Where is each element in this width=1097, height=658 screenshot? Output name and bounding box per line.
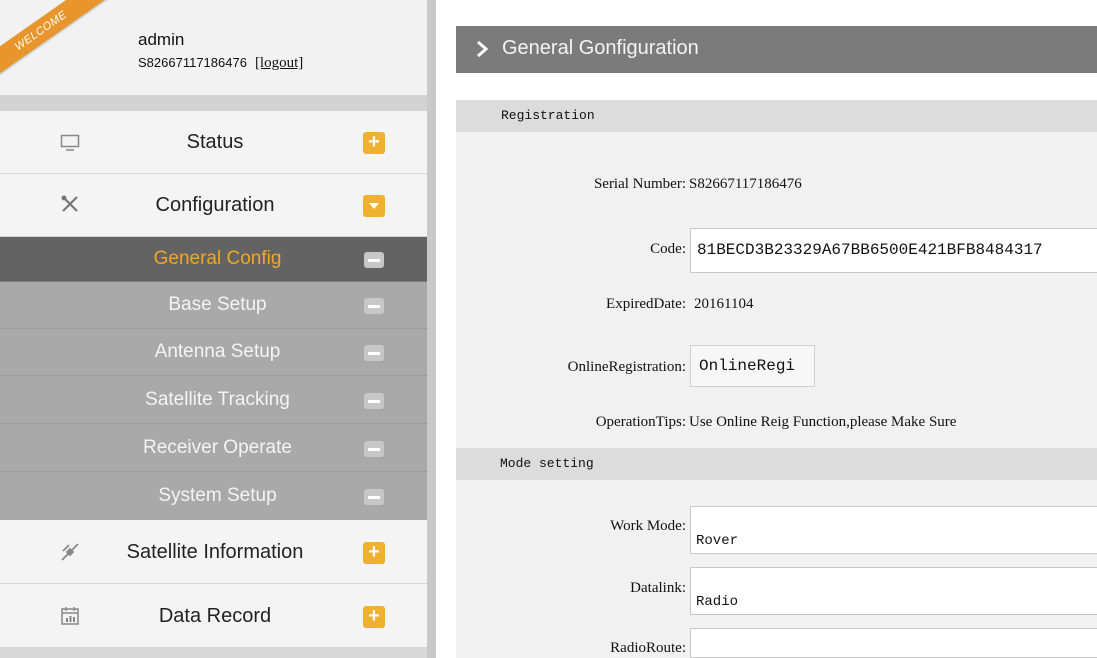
online-registration-label: OnlineRegistration: xyxy=(567,359,686,375)
serial-number-label: Serial Number: xyxy=(593,176,686,192)
radio-route-select[interactable]: None xyxy=(690,628,1097,658)
submenu-item-base-setup[interactable]: Base Setup xyxy=(0,282,427,329)
minus-icon xyxy=(364,298,384,314)
config-panel: Registration Serial Number: S82667117186… xyxy=(456,100,1097,658)
submenu-item-antenna-setup[interactable]: Antenna Setup xyxy=(0,329,427,376)
datalink-select[interactable]: Radio xyxy=(690,567,1097,615)
submenu-label: General Config xyxy=(153,248,282,269)
expand-plus-icon[interactable]: + xyxy=(363,606,385,628)
submenu-label: Base Setup xyxy=(168,294,267,315)
submenu-item-receiver-operate[interactable]: Receiver Operate xyxy=(0,424,427,472)
menu-label-configuration: Configuration xyxy=(155,194,275,216)
menu-label-status: Status xyxy=(186,131,244,153)
sidebar: WELCOME admin S82667117186476 [logout] St… xyxy=(0,0,427,658)
expired-date-label: ExpiredDate: xyxy=(606,296,686,312)
serial-number-value: S82667117186476 xyxy=(689,176,802,192)
user-serial: S82667117186476 [logout] xyxy=(138,55,303,72)
work-mode-label: Work Mode: xyxy=(610,518,686,534)
section-header-registration: Registration xyxy=(456,100,1097,132)
expand-plus-icon[interactable]: + xyxy=(363,132,385,154)
tools-icon xyxy=(58,192,82,216)
code-label: Code: xyxy=(650,241,686,257)
submenu-item-satellite-tracking[interactable]: Satellite Tracking xyxy=(0,376,427,424)
submenu-label: Satellite Tracking xyxy=(145,389,290,410)
logout-link[interactable]: [logout] xyxy=(255,55,303,71)
page-header: General Gonfiguration xyxy=(456,26,1097,73)
welcome-panel: WELCOME admin S82667117186476 [logout] xyxy=(0,0,427,95)
section-title: Mode setting xyxy=(500,456,594,471)
operation-tips-value: Use Online Reig Function,please Make Sur… xyxy=(689,414,957,430)
welcome-ribbon: WELCOME xyxy=(0,0,109,84)
work-mode-select[interactable]: Rover xyxy=(690,506,1097,554)
section-header-mode-setting: Mode setting xyxy=(456,448,1097,480)
online-registration-button[interactable]: OnlineRegi xyxy=(690,345,815,387)
menu-label-data-record: Data Record xyxy=(158,605,272,627)
minus-icon xyxy=(364,489,384,505)
submenu-label: System Setup xyxy=(158,485,277,506)
welcome-divider xyxy=(0,95,427,111)
menu-item-status[interactable]: Status + xyxy=(0,111,427,174)
satellite-icon xyxy=(58,540,82,564)
page-title: General Gonfiguration xyxy=(502,37,699,59)
expand-plus-icon[interactable]: + xyxy=(363,542,385,564)
minus-icon xyxy=(364,345,384,361)
minus-icon xyxy=(364,393,384,409)
submenu-item-general-config[interactable]: General Config xyxy=(0,237,427,282)
datalink-label: Datalink: xyxy=(630,580,686,596)
submenu-item-system-setup[interactable]: System Setup xyxy=(0,472,427,520)
user-name: admin xyxy=(138,30,185,49)
monitor-icon xyxy=(58,131,82,155)
collapse-arrow-icon[interactable] xyxy=(363,195,385,217)
radio-route-label: RadioRoute: xyxy=(610,640,686,656)
code-input[interactable]: 81BECD3B23329A67BB6500E421BFB8484317 xyxy=(690,228,1097,273)
submenu-label: Receiver Operate xyxy=(143,437,292,458)
expired-date-value: 20161104 xyxy=(694,296,754,312)
menu-label-satellite-information: Satellite Information xyxy=(126,541,304,563)
submenu-label: Antenna Setup xyxy=(154,341,281,362)
sidebar-splitter[interactable] xyxy=(427,0,436,658)
main-content: General Gonfiguration Registration Seria… xyxy=(436,0,1097,658)
user-serial-text: S82667117186476 xyxy=(138,55,247,70)
section-title: Registration xyxy=(501,108,595,123)
menu-item-data-record[interactable]: Data Record + xyxy=(0,584,427,648)
minus-icon xyxy=(364,441,384,457)
minus-icon xyxy=(364,252,384,268)
calendar-chart-icon xyxy=(58,604,82,628)
chevron-right-icon xyxy=(477,40,489,58)
menu-item-satellite-information[interactable]: Satellite Information + xyxy=(0,520,427,584)
operation-tips-label: OperationTips: xyxy=(595,414,686,430)
menu-item-configuration[interactable]: Configuration xyxy=(0,174,427,237)
